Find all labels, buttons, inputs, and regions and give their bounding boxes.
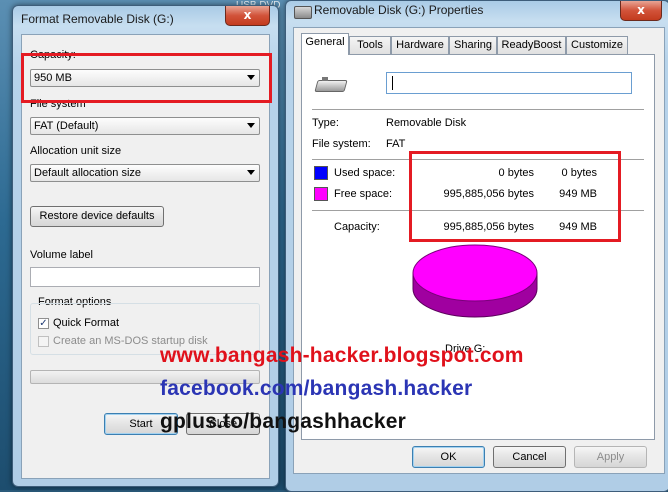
type-value: Removable Disk	[386, 117, 467, 129]
format-dialog-title: Format Removable Disk (G:)	[21, 12, 174, 26]
tab-sharing[interactable]: Sharing	[449, 36, 497, 54]
chevron-down-icon	[247, 123, 255, 128]
removable-drive-icon	[314, 77, 348, 92]
volume-label-input[interactable]	[30, 267, 260, 287]
restore-defaults-button[interactable]: Restore device defaults	[30, 206, 164, 227]
volume-label-label: Volume label	[30, 249, 93, 261]
allocation-label: Allocation unit size	[30, 145, 122, 157]
msdos-startup-checkbox[interactable]	[38, 336, 49, 347]
overlay-gplus-url: gplus.to/bangashhacker	[160, 410, 406, 433]
properties-dialog-title: Removable Disk (G:) Properties	[314, 3, 484, 17]
used-space-swatch	[314, 166, 328, 180]
allocation-value: Default allocation size	[34, 167, 142, 179]
tab-customize[interactable]: Customize	[566, 36, 628, 54]
capacity-highlight-box	[21, 53, 272, 103]
tab-readyboost[interactable]: ReadyBoost	[497, 36, 566, 54]
quick-format-label: Quick Format	[53, 317, 120, 329]
quick-format-checkbox[interactable]: ✓	[38, 318, 49, 329]
file-system-select[interactable]: FAT (Default)	[30, 117, 260, 135]
ok-button[interactable]: OK	[412, 446, 485, 468]
properties-close-icon[interactable]: x	[620, 1, 662, 21]
volume-name-input[interactable]	[386, 72, 632, 94]
allocation-select[interactable]: Default allocation size	[30, 164, 260, 182]
cancel-button[interactable]: Cancel	[493, 446, 566, 468]
free-space-swatch	[314, 187, 328, 201]
tab-general[interactable]: General	[301, 33, 349, 55]
properties-dialog-body: General Tools Hardware Sharing ReadyBoos…	[293, 27, 665, 474]
overlay-blog-url: www.bangash-hacker.blogspot.com	[160, 344, 524, 367]
capacity-label: Capacity:	[334, 221, 380, 233]
overlay-facebook-url: facebook.com/bangash.hacker	[160, 377, 473, 400]
tab-tools[interactable]: Tools	[349, 36, 391, 54]
space-values-highlight-box	[409, 151, 621, 242]
used-space-label: Used space:	[334, 167, 396, 179]
divider	[312, 109, 644, 110]
text-cursor	[392, 76, 393, 90]
drive-title-icon	[294, 6, 312, 19]
apply-button[interactable]: Apply	[574, 446, 647, 468]
disk-usage-pie-icon	[412, 244, 538, 318]
file-system-value: FAT (Default)	[34, 120, 99, 132]
fs-label: File system:	[312, 138, 371, 150]
chevron-down-icon	[247, 170, 255, 175]
fs-value: FAT	[386, 138, 406, 150]
type-label: Type:	[312, 117, 339, 129]
format-close-icon[interactable]: x	[225, 6, 270, 26]
free-space-label: Free space:	[334, 188, 393, 200]
tab-hardware[interactable]: Hardware	[391, 36, 449, 54]
